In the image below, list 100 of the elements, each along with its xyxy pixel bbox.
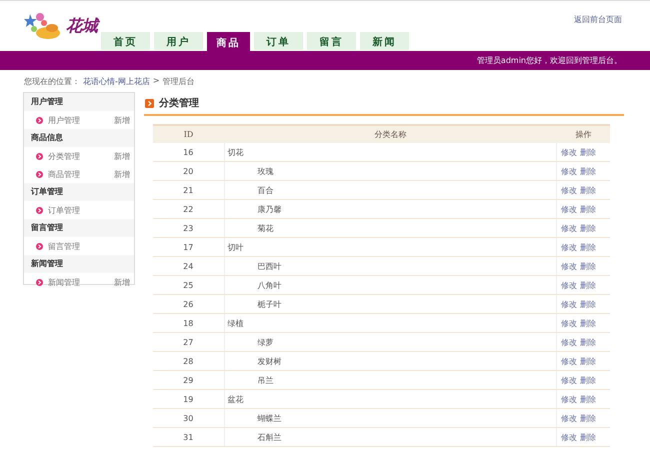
nav-tab[interactable]: 首页 [101,32,150,50]
category-name: 栀子叶 [256,300,282,308]
action-link[interactable]: 修改 [561,224,577,232]
action-link[interactable]: 修改 [561,432,577,442]
section-icon [145,98,154,108]
breadcrumb-label: 您现在的位置： [24,76,80,88]
id-cell: 19 [153,390,224,408]
action-link[interactable]: 修改 [561,318,577,328]
column-header: ID [153,125,224,143]
action-link[interactable]: 修改 [561,394,577,404]
category-name: 八角叶 [256,280,282,290]
column-header: 分类名称 [224,125,556,143]
sidebar-link[interactable]: 新闻管理 [48,276,114,288]
sidebar-link[interactable]: 分类管理 [48,150,114,162]
action-link[interactable]: 删除 [580,318,596,328]
bullet-icon [36,152,43,160]
nav-tab[interactable]: 订单 [254,32,303,50]
id-cell: 28 [153,352,224,370]
action-link[interactable]: 修改 [561,262,577,270]
action-link[interactable]: 删除 [580,356,596,366]
action-link[interactable]: 删除 [580,338,596,346]
category-name: 绿萝 [256,338,274,346]
category-name: 吊兰 [256,376,274,384]
sidebar-link[interactable]: 商品管理 [48,168,114,180]
category-name: 绿植 [228,318,244,328]
action-link[interactable]: 修改 [561,376,577,384]
sidebar-group-title: 留言管理 [24,219,134,237]
section-title: 分类管理 [159,96,199,110]
action-link[interactable]: 修改 [561,338,577,346]
bullet-icon [36,242,43,250]
category-name: 盆花 [228,394,244,404]
action-link[interactable]: 修改 [561,242,577,252]
id-cell: 17 [153,238,224,256]
action-link[interactable]: 删除 [580,280,596,290]
frontend-link[interactable]: 返回前台页面 [574,14,622,25]
nav-tab[interactable]: 商品 [207,32,250,51]
add-link[interactable]: 新增 [114,114,130,126]
nav-tab[interactable]: 留言 [307,32,356,50]
id-cell: 20 [153,162,224,180]
category-name: 康乃馨 [256,204,282,214]
action-link[interactable]: 删除 [580,148,596,156]
action-link[interactable]: 删除 [580,262,596,270]
action-link[interactable]: 删除 [580,394,596,404]
sidebar-group-title: 商品信息 [24,129,134,147]
action-link[interactable]: 修改 [561,300,577,308]
id-cell: 29 [153,370,224,390]
welcome-text: 管理员admin您好，欢迎回到管理后台。 [476,55,622,66]
id-cell: 16 [153,143,224,162]
category-name: 切叶 [228,242,244,252]
sidebar-link[interactable]: 留言管理 [48,240,130,252]
id-cell: 26 [153,294,224,314]
id-cell: 30 [153,408,224,428]
category-name: 菊花 [256,224,274,232]
id-cell: 25 [153,276,224,294]
action-link[interactable]: 删除 [580,376,596,384]
breadcrumb-current: 管理后台 [162,76,195,88]
action-link[interactable]: 删除 [580,300,596,308]
breadcrumb-separator: > [152,76,160,87]
category-name: 切花 [228,148,244,156]
action-link[interactable]: 删除 [580,204,596,214]
bullet-icon [36,116,43,124]
category-name: 巴西叶 [256,262,282,270]
bullet-icon [36,206,43,214]
bullet-icon [36,278,43,286]
action-link[interactable]: 删除 [580,186,596,194]
action-link[interactable]: 修改 [561,148,577,156]
action-link[interactable]: 删除 [580,242,596,252]
action-link[interactable]: 修改 [561,204,577,214]
bullet-icon [36,170,43,178]
action-link[interactable]: 删除 [580,432,596,442]
add-link[interactable]: 新增 [114,150,130,162]
category-name: 百合 [256,186,274,194]
id-cell: 18 [153,314,224,332]
id-cell: 21 [153,180,224,200]
action-link[interactable]: 修改 [561,186,577,194]
breadcrumb-link[interactable]: 花语心情-网上花店 [83,76,150,92]
category-name: 蝴蝶兰 [256,414,282,422]
action-link[interactable]: 删除 [580,414,596,422]
add-link[interactable]: 新增 [114,276,130,288]
action-link[interactable]: 修改 [561,414,577,422]
action-link[interactable]: 删除 [580,224,596,232]
column-header: 操作 [556,125,610,143]
id-cell: 27 [153,332,224,352]
nav-tab[interactable]: 用户 [154,32,203,50]
action-link[interactable]: 修改 [561,166,577,176]
id-cell: 22 [153,200,224,218]
add-link[interactable]: 新增 [114,168,130,180]
sidebar-group-title: 新闻管理 [24,255,134,273]
id-cell: 31 [153,428,224,446]
category-name: 石斛兰 [256,432,282,442]
sidebar-link[interactable]: 订单管理 [48,204,130,216]
id-cell: 24 [153,256,224,276]
sidebar-link[interactable]: 用户管理 [48,114,114,126]
category-name: 玫瑰 [256,166,274,176]
action-link[interactable]: 删除 [580,166,596,176]
action-link[interactable]: 修改 [561,356,577,366]
logo-text: 花城 [66,16,98,36]
sidebar-group-title: 用户管理 [24,93,134,111]
nav-tab[interactable]: 新闻 [360,32,409,50]
action-link[interactable]: 修改 [561,280,577,290]
